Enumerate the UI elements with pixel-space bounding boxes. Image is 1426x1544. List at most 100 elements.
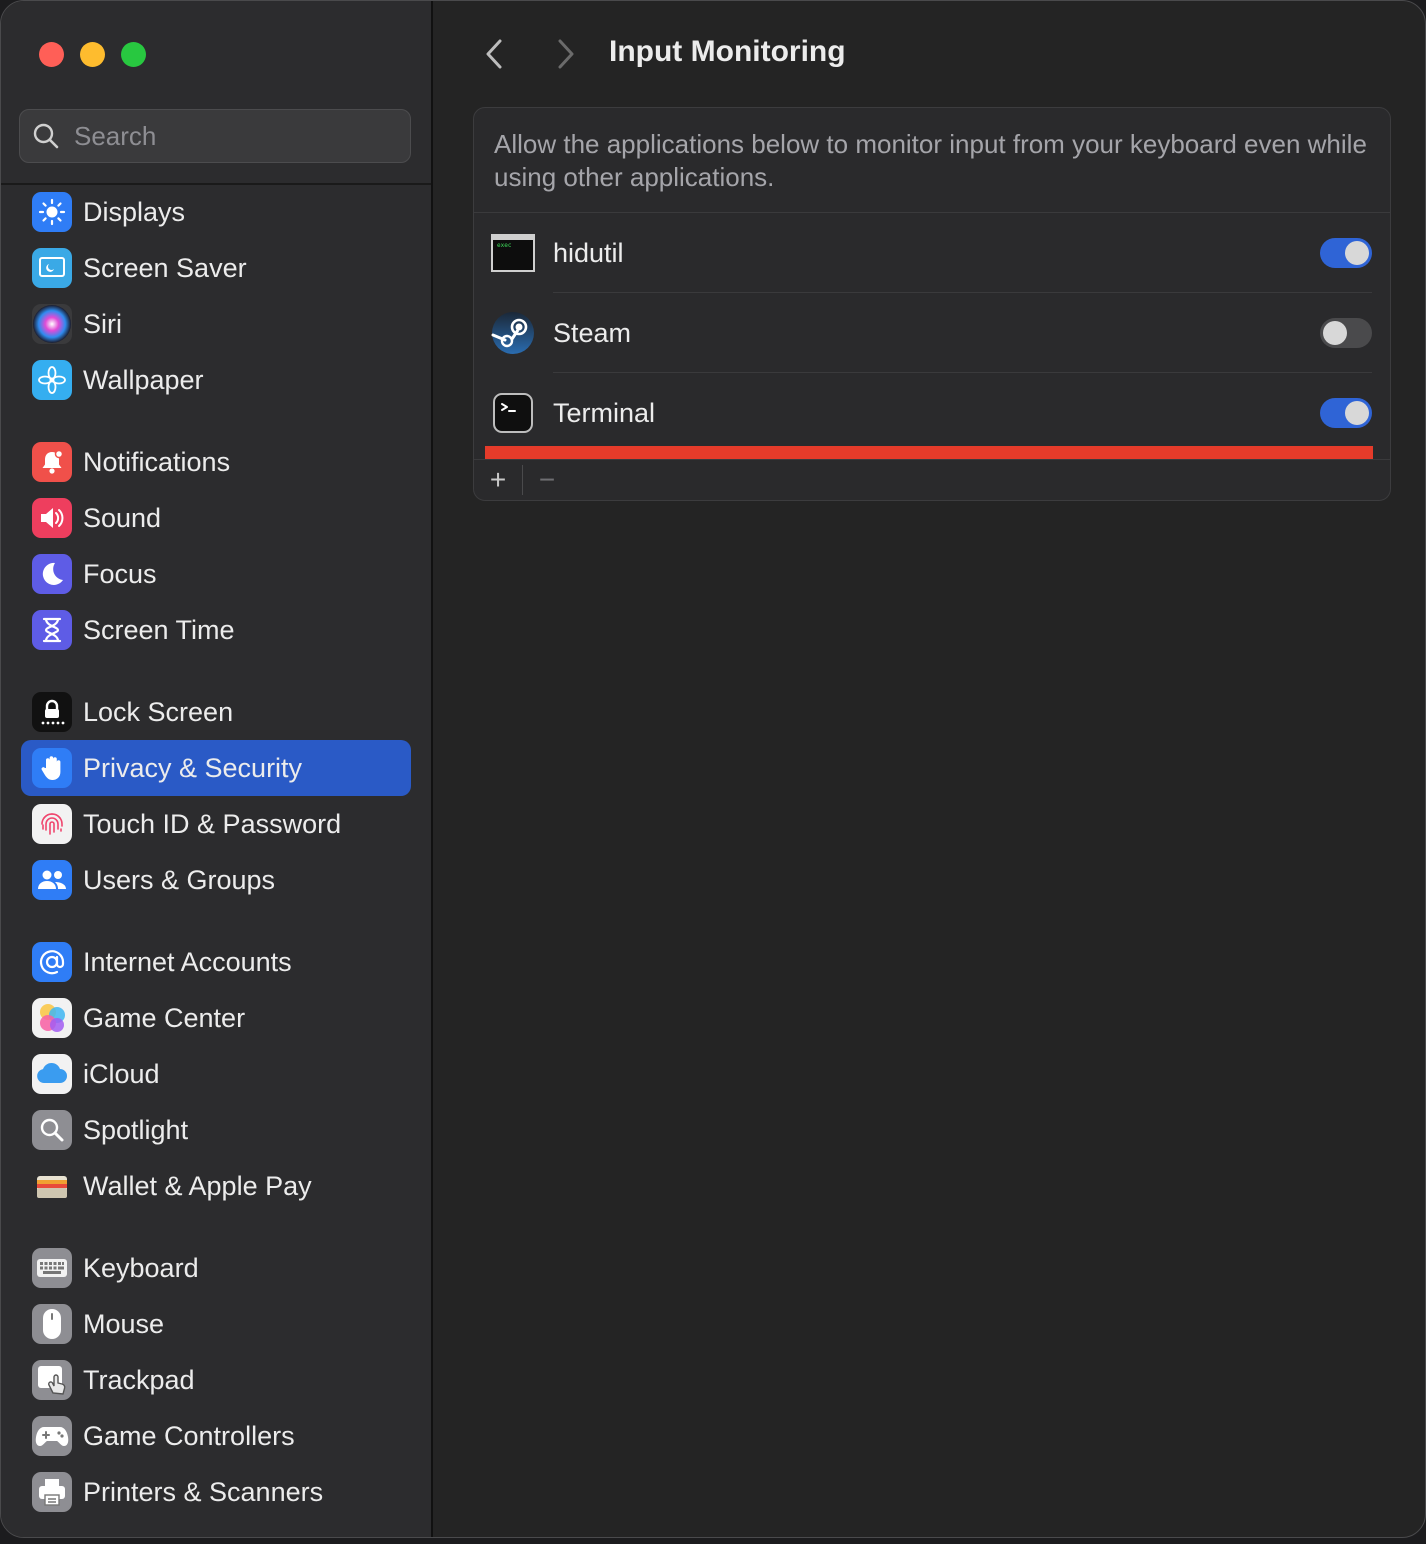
sidebar-item-game-center[interactable]: Game Center [21,990,411,1046]
main-pane: Input Monitoring Allow the applications … [433,1,1425,1537]
sidebar-item-focus[interactable]: Focus [21,546,411,602]
app-row-hidutil: exec hidutil [474,213,1390,293]
game-center-icon [32,998,72,1038]
app-name: Steam [553,317,632,348]
app-list: exec hidutil Steam Terminal [474,213,1390,453]
lock-icon [32,692,72,732]
sidebar-nav: Displays Screen Saver Siri Wallpaper Notific… [21,184,411,1520]
permission-toggle[interactable] [1320,318,1372,348]
sidebar-group-spacer [21,1214,411,1240]
app-row-terminal: Terminal [474,373,1390,453]
permission-toggle[interactable] [1320,238,1372,268]
close-button[interactable] [39,42,64,67]
sidebar-item-privacy-security[interactable]: Privacy & Security [21,740,411,796]
chevron-left-icon [486,39,502,69]
sidebar-item-spotlight[interactable]: Spotlight [21,1102,411,1158]
sidebar-item-mouse[interactable]: Mouse [21,1296,411,1352]
sidebar-item-wallet[interactable]: Wallet & Apple Pay [21,1158,411,1214]
sidebar-group-spacer [21,408,411,434]
add-app-button[interactable]: + [474,460,522,500]
sidebar-item-label: Spotlight [83,1114,189,1145]
sidebar-item-label: iCloud [83,1058,160,1089]
printer-icon [32,1472,72,1512]
sidebar-item-lock-screen[interactable]: Lock Screen [21,684,411,740]
sidebar-item-notifications[interactable]: Notifications [21,434,411,490]
sidebar-item-label: Mouse [83,1308,165,1339]
sidebar-item-wallpaper[interactable]: Wallpaper [21,352,411,408]
back-button[interactable] [477,37,511,71]
sidebar-item-label: Focus [83,558,157,589]
sidebar-item-sound[interactable]: Sound [21,490,411,546]
sidebar-item-users-groups[interactable]: Users & Groups [21,852,411,908]
panel-description: Allow the applications below to monitor … [474,108,1390,213]
sidebar-item-label: Lock Screen [83,696,234,727]
toggle-knob [1345,401,1369,425]
sidebar-group-spacer [21,658,411,684]
at-icon [32,942,72,982]
trackpad-icon [32,1360,72,1400]
sidebar-item-trackpad[interactable]: Trackpad [21,1352,411,1408]
chevron-right-icon [558,39,574,69]
remove-app-button[interactable]: − [523,460,571,500]
moon-icon [32,554,72,594]
steam-icon [491,311,535,355]
history-navigation [477,37,583,71]
permission-toggle[interactable] [1320,398,1372,428]
minimize-button[interactable] [80,42,105,67]
zoom-button[interactable] [121,42,146,67]
sidebar-item-label: Siri [83,308,122,339]
sidebar-item-label: Touch ID & Password [83,808,342,839]
wallet-icon [32,1166,72,1206]
sidebar: Displays Screen Saver Siri Wallpaper Notific… [1,1,433,1537]
sidebar-item-keyboard[interactable]: Keyboard [21,1240,411,1296]
sidebar-item-icloud[interactable]: iCloud [21,1046,411,1102]
screen-saver-icon [32,248,72,288]
sidebar-item-label: Game Controllers [83,1420,295,1451]
sidebar-item-displays[interactable]: Displays [21,184,411,240]
app-name: Terminal [553,397,656,428]
panel-footer: + − [474,459,1390,500]
toggle-knob [1345,241,1369,265]
sidebar-item-label: Trackpad [83,1364,195,1395]
sidebar-item-label: Keyboard [83,1252,199,1283]
page-title: Input Monitoring [609,35,846,68]
sidebar-item-printers[interactable]: Printers & Scanners [21,1464,411,1520]
sidebar-item-touch-id[interactable]: Touch ID & Password [21,796,411,852]
settings-window: Displays Screen Saver Siri Wallpaper Notific… [0,0,1426,1538]
exec-icon: exec [491,231,535,275]
sun-icon [32,192,72,232]
sidebar-item-label: Wallet & Apple Pay [83,1170,312,1201]
sidebar-item-label: Sound [83,502,162,533]
search-field[interactable] [19,109,411,163]
sidebar-item-game-controllers[interactable]: Game Controllers [21,1408,411,1464]
sidebar-item-label: Printers & Scanners [83,1476,324,1507]
mouse-icon [32,1304,72,1344]
forward-button[interactable] [549,37,583,71]
hourglass-icon [32,610,72,650]
sidebar-item-screen-time[interactable]: Screen Time [21,602,411,658]
toggle-knob [1323,321,1347,345]
sidebar-item-label: Screen Saver [83,252,247,283]
flower-icon [32,360,72,400]
sidebar-item-siri[interactable]: Siri [21,296,411,352]
sidebar-item-label: Wallpaper [83,364,204,395]
sidebar-item-internet-accounts[interactable]: Internet Accounts [21,934,411,990]
siri-icon [32,304,72,344]
keyboard-icon [32,1248,72,1288]
magnifier-icon [32,1110,72,1150]
input-monitoring-panel: Allow the applications below to monitor … [473,107,1391,501]
sidebar-item-screen-saver[interactable]: Screen Saver [21,240,411,296]
search-input[interactable] [72,119,396,153]
sidebar-item-label: Internet Accounts [83,946,292,977]
sidebar-item-label: Displays [83,196,186,227]
sidebar-item-label: Privacy & Security [83,752,303,783]
terminal-icon [491,391,535,435]
sidebar-item-label: Screen Time [83,614,235,645]
cloud-icon [32,1054,72,1094]
app-row-steam: Steam [474,293,1390,373]
window-controls [39,42,146,67]
fingerprint-icon [32,804,72,844]
svg-text:exec: exec [497,242,512,249]
speaker-icon [32,498,72,538]
sidebar-item-label: Users & Groups [83,864,276,895]
